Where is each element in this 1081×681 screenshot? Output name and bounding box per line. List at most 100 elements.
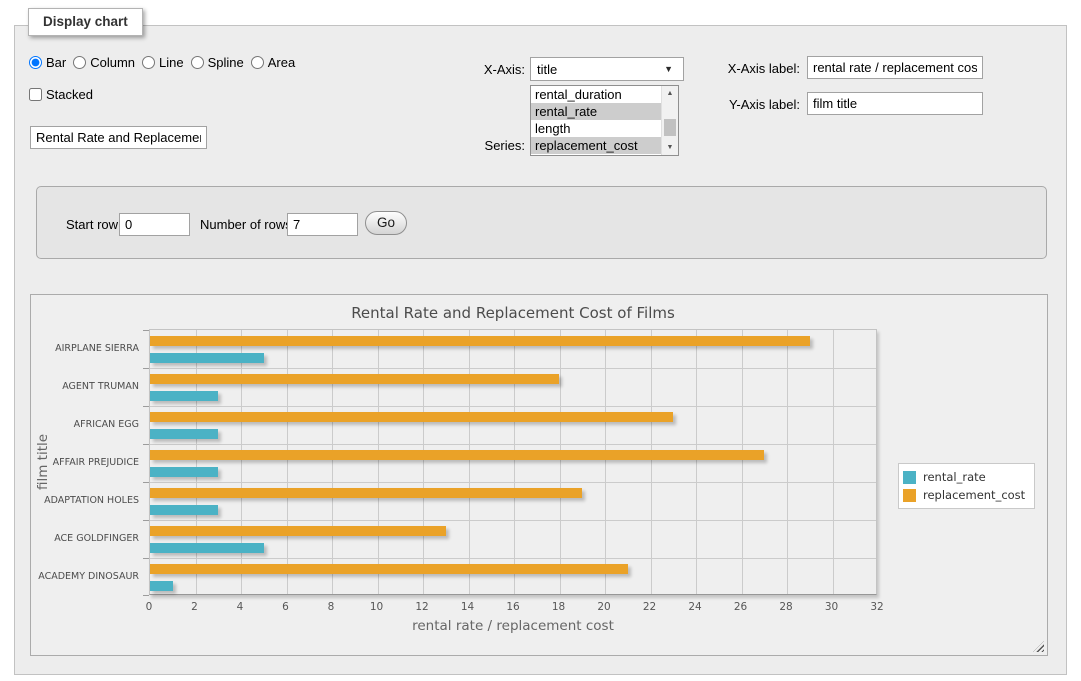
gridline-vertical [287, 330, 288, 594]
y-category-label: AGENT TRUMAN [37, 381, 139, 392]
stacked-checkbox[interactable] [29, 88, 42, 101]
scrollbar-thumb[interactable] [664, 119, 676, 136]
go-button[interactable]: Go [365, 211, 407, 235]
radio-column[interactable] [73, 56, 86, 69]
legend-label: rental_rate [923, 470, 986, 484]
x-axis-tick-label: 28 [771, 601, 801, 613]
x-axis-tick-label: 16 [498, 601, 528, 613]
gridline-vertical [378, 330, 379, 594]
chart-type-option-column[interactable]: Column [73, 55, 135, 70]
y-category-label: AFRICAN EGG [37, 419, 139, 430]
gridline-vertical [605, 330, 606, 594]
chart-type-option-bar[interactable]: Bar [29, 55, 66, 70]
scroll-down-icon[interactable]: ▼ [662, 140, 678, 155]
bar-rental_rate [150, 543, 264, 553]
gridline-horizontal [150, 482, 876, 483]
radio-area[interactable] [251, 56, 264, 69]
chart-plot-area [149, 329, 877, 595]
x-axis-tick-label: 6 [271, 601, 301, 613]
radio-label: Area [268, 55, 295, 70]
scroll-up-icon[interactable]: ▲ [662, 86, 678, 101]
number-of-rows-label: Number of rows: [200, 217, 295, 232]
y-axis-tick [143, 482, 149, 483]
resize-handle-icon[interactable] [1033, 641, 1044, 652]
x-axis-tick-label: 12 [407, 601, 437, 613]
bar-rental_rate [150, 467, 218, 477]
y-axis-tick [143, 595, 149, 596]
x-axis-select-label: X-Axis: [425, 62, 525, 77]
radio-spline[interactable] [191, 56, 204, 69]
legend-label: replacement_cost [923, 488, 1025, 502]
number-of-rows-input[interactable] [287, 213, 358, 236]
series-select-label: Series: [425, 138, 525, 153]
series-option-rental_duration[interactable]: rental_duration [531, 86, 667, 103]
bar-replacement_cost [150, 374, 559, 384]
bar-replacement_cost [150, 412, 673, 422]
x-axis-tick-label: 10 [362, 601, 392, 613]
display-chart-page: { "fieldset_legend": "Display chart", "c… [0, 0, 1081, 681]
bar-rental_rate [150, 353, 264, 363]
radio-bar[interactable] [29, 56, 42, 69]
bar-rental_rate [150, 505, 218, 515]
gridline-horizontal [150, 406, 876, 407]
y-axis-label-input[interactable] [807, 92, 983, 115]
x-axis-label-input[interactable] [807, 56, 983, 79]
y-axis-tick [143, 558, 149, 559]
gridline-horizontal [150, 558, 876, 559]
series-option-rental_rate[interactable]: rental_rate [531, 103, 667, 120]
y-axis-tick [143, 444, 149, 445]
chart-container: Rental Rate and Replacement Cost of Film… [30, 294, 1048, 656]
start-row-input[interactable] [119, 213, 190, 236]
chart-title-input[interactable] [30, 126, 207, 149]
y-axis-tick [143, 368, 149, 369]
radio-line[interactable] [142, 56, 155, 69]
chart-type-option-line[interactable]: Line [142, 55, 184, 70]
bar-rental_rate [150, 391, 218, 401]
stacked-row: Stacked [29, 87, 93, 102]
x-axis-tick-label: 24 [680, 601, 710, 613]
y-category-label: AIRPLANE SIERRA [37, 343, 139, 354]
y-axis-tick [143, 330, 149, 331]
x-axis-tick-label: 8 [316, 601, 346, 613]
fieldset-legend: Display chart [28, 8, 143, 36]
bar-replacement_cost [150, 450, 764, 460]
chart-type-radio-group: Bar Column Line Spline Area [29, 55, 302, 70]
x-axis-tick-label: 20 [589, 601, 619, 613]
bar-replacement_cost [150, 488, 582, 498]
x-axis-tick-label: 14 [453, 601, 483, 613]
y-axis-tick [143, 520, 149, 521]
bar-replacement_cost [150, 336, 810, 346]
stacked-label: Stacked [46, 87, 93, 102]
gridline-horizontal [150, 444, 876, 445]
x-axis-tick-label: 22 [635, 601, 665, 613]
chart-type-option-spline[interactable]: Spline [191, 55, 244, 70]
x-axis-tick-label: 4 [225, 601, 255, 613]
x-axis-label-label: X-Axis label: [700, 61, 800, 76]
gridline-vertical [742, 330, 743, 594]
y-axis-tick [143, 406, 149, 407]
legend-swatch-replacement_cost [903, 489, 916, 502]
bar-rental_rate [150, 429, 218, 439]
chart-type-option-area[interactable]: Area [251, 55, 295, 70]
radio-label: Line [159, 55, 184, 70]
bar-rental_rate [150, 581, 173, 591]
radio-label: Column [90, 55, 135, 70]
chart-legend: rental_rate replacement_cost [898, 463, 1035, 509]
start-row-label: Start row: [66, 217, 122, 232]
series-scrollbar[interactable]: ▲ ▼ [661, 86, 678, 155]
x-axis-tick-label: 32 [862, 601, 892, 613]
chart-title: Rental Rate and Replacement Cost of Film… [149, 304, 877, 322]
x-axis-select[interactable]: title ▼ [530, 57, 684, 81]
gridline-vertical [514, 330, 515, 594]
legend-entry-rental_rate: rental_rate [903, 470, 1025, 484]
series-option-length[interactable]: length [531, 120, 667, 137]
series-multiselect[interactable]: ▲ ▼ rental_durationrental_ratelengthrepl… [530, 85, 679, 156]
gridline-vertical [469, 330, 470, 594]
y-category-label: ACE GOLDFINGER [37, 533, 139, 544]
gridline-vertical [423, 330, 424, 594]
gridline-vertical [196, 330, 197, 594]
bar-replacement_cost [150, 526, 446, 536]
gridline-horizontal [150, 368, 876, 369]
gridline-vertical [651, 330, 652, 594]
series-option-replacement_cost[interactable]: replacement_cost [531, 137, 667, 154]
